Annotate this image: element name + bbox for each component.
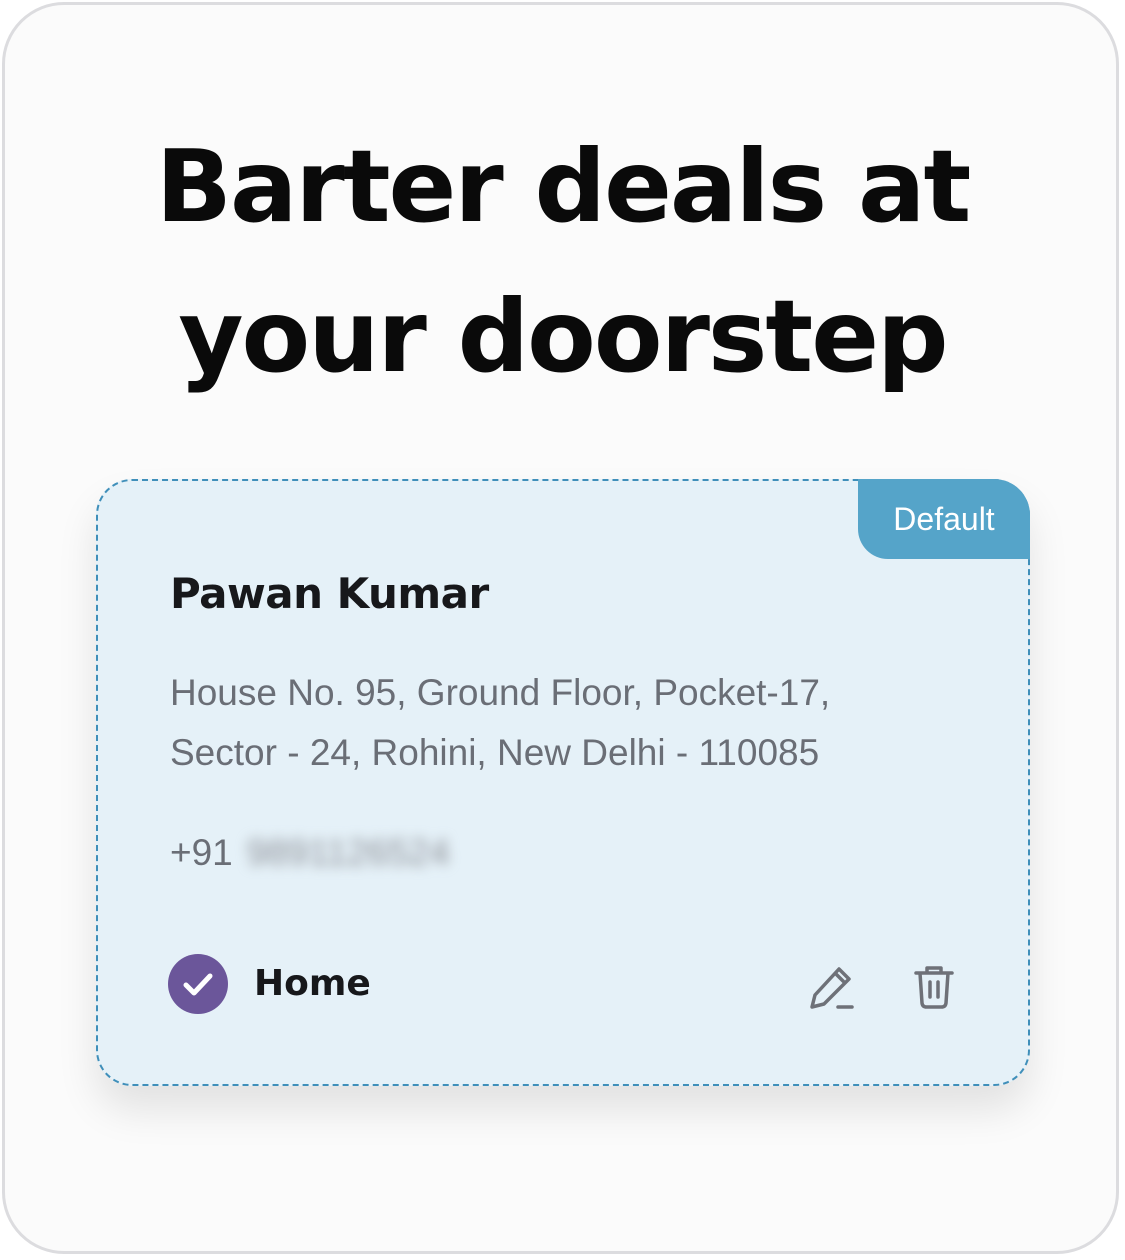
edit-address-button[interactable]: [806, 961, 858, 1013]
delete-address-button[interactable]: [908, 961, 960, 1013]
address-line-1: House No. 95, Ground Floor, Pocket-17,: [170, 672, 831, 713]
address-type-label: Home: [254, 963, 371, 1004]
default-badge: Default: [858, 479, 1030, 559]
address-card[interactable]: Default Pawan Kumar House No. 95, Ground…: [96, 479, 1030, 1086]
headline-line-1: Barter deals at: [155, 128, 972, 245]
contact-name: Pawan Kumar: [170, 569, 489, 618]
pencil-icon: [810, 967, 854, 1009]
check-circle-icon[interactable]: [168, 954, 228, 1014]
address-text: House No. 95, Ground Floor, Pocket-17, S…: [170, 663, 930, 783]
headline-line-2: your doorstep: [178, 278, 948, 395]
phone-digits-redacted: 9891126524: [246, 832, 450, 873]
phone-prefix: +91: [170, 832, 233, 873]
trash-icon: [914, 966, 954, 1009]
address-line-2: Sector - 24, Rohini, New Delhi - 110085: [170, 732, 820, 773]
page-headline: Barter deals at your doorstep: [0, 112, 1125, 412]
phone-number: +91 9891126524: [170, 823, 460, 883]
